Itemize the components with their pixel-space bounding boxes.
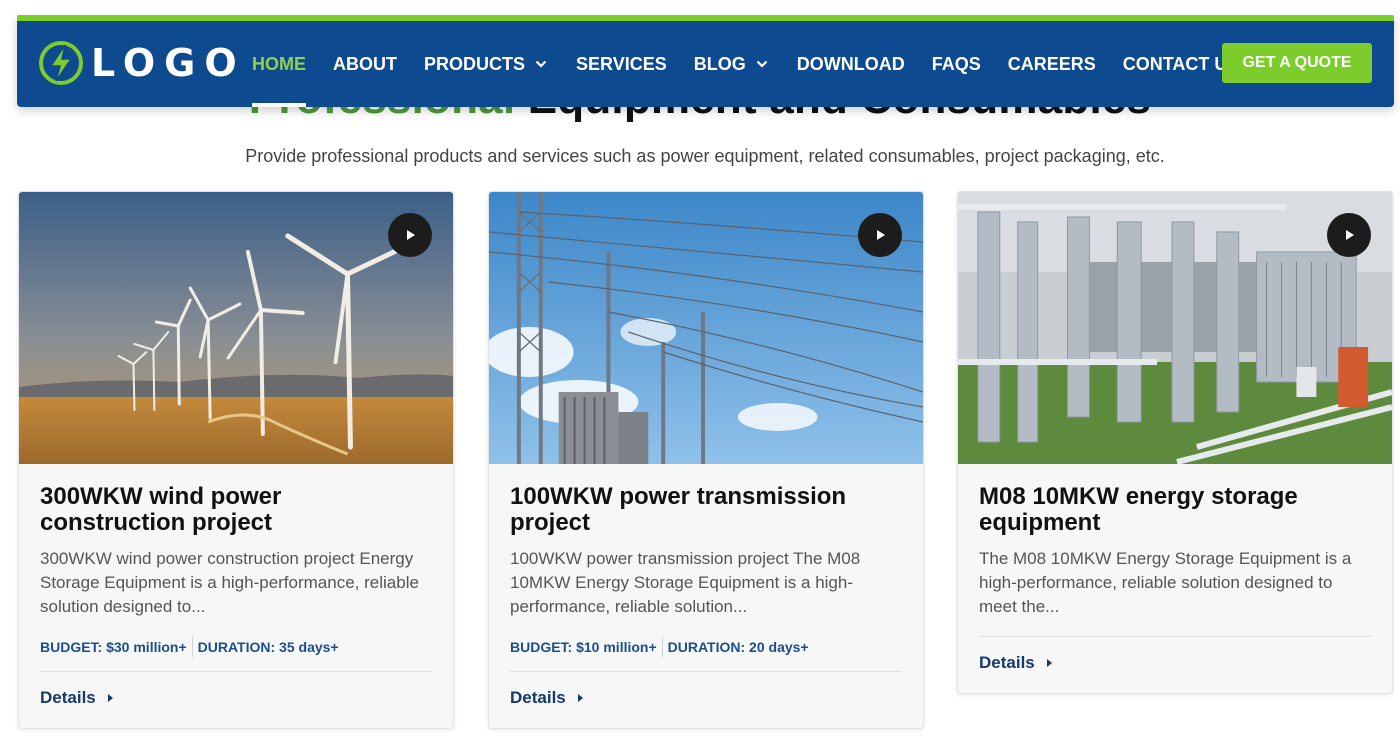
details-label: Details bbox=[510, 688, 566, 707]
project-card: 100WKW power transmission project 100WKW… bbox=[488, 191, 924, 729]
project-card: M08 10MKW energy storage equipment The M… bbox=[957, 191, 1393, 694]
card-divider bbox=[40, 671, 432, 672]
nav-blog[interactable]: BLOG bbox=[694, 21, 770, 107]
meta-separator bbox=[661, 637, 663, 657]
budget-label: BUDGET: $30 million+ bbox=[40, 639, 187, 655]
nav-products-label: PRODUCTS bbox=[424, 53, 526, 74]
card-description: The M08 10MKW Energy Storage Equipment i… bbox=[979, 549, 1352, 616]
card-meta: BUDGET: $10 million+ DURATION: 20 days+ bbox=[510, 637, 902, 657]
nav-careers[interactable]: CAREERS bbox=[1008, 21, 1096, 107]
chevron-down-icon bbox=[535, 60, 547, 68]
card-title[interactable]: 300WKW wind power construction project bbox=[40, 484, 432, 536]
nav-download-label: DOWNLOAD bbox=[796, 53, 905, 74]
details-label: Details bbox=[979, 653, 1035, 672]
main-nav: HOME ABOUT PRODUCTS SERVICES BLOG DOWNLO… bbox=[252, 21, 1266, 107]
card-divider bbox=[979, 636, 1371, 637]
card-divider bbox=[510, 671, 902, 672]
lightning-bolt-icon bbox=[39, 41, 83, 85]
transmission-tower-photo[interactable] bbox=[489, 192, 923, 464]
section-subtitle: Provide professional products and servic… bbox=[245, 146, 1165, 166]
nav-blog-label: BLOG bbox=[693, 53, 746, 74]
budget-label: BUDGET: $10 million+ bbox=[510, 639, 657, 655]
details-label: Details bbox=[40, 688, 96, 707]
card-description: 100WKW power transmission project The M0… bbox=[510, 549, 861, 616]
caret-right-icon bbox=[577, 694, 583, 702]
nav-home[interactable]: HOME bbox=[252, 21, 306, 107]
card-body: M08 10MKW energy storage equipment The M… bbox=[958, 464, 1392, 693]
details-link[interactable]: Details bbox=[510, 688, 902, 708]
nav-products[interactable]: PRODUCTS bbox=[424, 21, 549, 107]
project-card: 300WKW wind power construction project 3… bbox=[18, 191, 454, 729]
nav-services-label: SERVICES bbox=[576, 53, 667, 74]
card-title[interactable]: M08 10MKW energy storage equipment bbox=[979, 484, 1371, 536]
logo[interactable]: LOGO bbox=[37, 39, 246, 87]
duration-label: DURATION: 35 days+ bbox=[197, 639, 339, 655]
wind-turbines-photo[interactable] bbox=[19, 192, 453, 464]
play-video-button[interactable] bbox=[1327, 213, 1371, 257]
play-icon bbox=[407, 230, 415, 240]
nav-careers-label: CAREERS bbox=[1007, 53, 1096, 74]
card-title[interactable]: 100WKW power transmission project bbox=[510, 484, 902, 536]
substation-photo[interactable] bbox=[958, 192, 1392, 464]
caret-right-icon bbox=[107, 694, 113, 702]
nav-services[interactable]: SERVICES bbox=[576, 21, 667, 107]
play-icon bbox=[1346, 230, 1354, 240]
card-body: 100WKW power transmission project 100WKW… bbox=[489, 464, 923, 728]
card-description: 300WKW wind power construction project E… bbox=[40, 549, 419, 616]
caret-right-icon bbox=[1046, 659, 1052, 667]
duration-label: DURATION: 20 days+ bbox=[667, 639, 809, 655]
card-meta: BUDGET: $30 million+ DURATION: 35 days+ bbox=[40, 637, 432, 657]
nav-faqs[interactable]: FAQS bbox=[932, 21, 981, 107]
play-icon bbox=[877, 230, 885, 240]
logo-text: LOGO bbox=[91, 41, 246, 85]
get-a-quote-button[interactable]: GET A QUOTE bbox=[1222, 43, 1372, 83]
play-video-button[interactable] bbox=[858, 213, 902, 257]
details-link[interactable]: Details bbox=[40, 688, 432, 708]
nav-about-label: ABOUT bbox=[333, 53, 397, 74]
nav-about[interactable]: ABOUT bbox=[333, 21, 397, 107]
chevron-down-icon bbox=[756, 60, 767, 68]
site-header: LOGO HOME ABOUT PRODUCTS SERVICES BLOG D… bbox=[17, 15, 1394, 107]
nav-home-label: HOME bbox=[252, 53, 306, 74]
meta-separator bbox=[191, 637, 193, 657]
play-video-button[interactable] bbox=[388, 213, 432, 257]
details-link[interactable]: Details bbox=[979, 653, 1371, 673]
nav-download[interactable]: DOWNLOAD bbox=[797, 21, 905, 107]
card-body: 300WKW wind power construction project 3… bbox=[19, 464, 453, 728]
nav-faqs-label: FAQS bbox=[931, 53, 981, 74]
